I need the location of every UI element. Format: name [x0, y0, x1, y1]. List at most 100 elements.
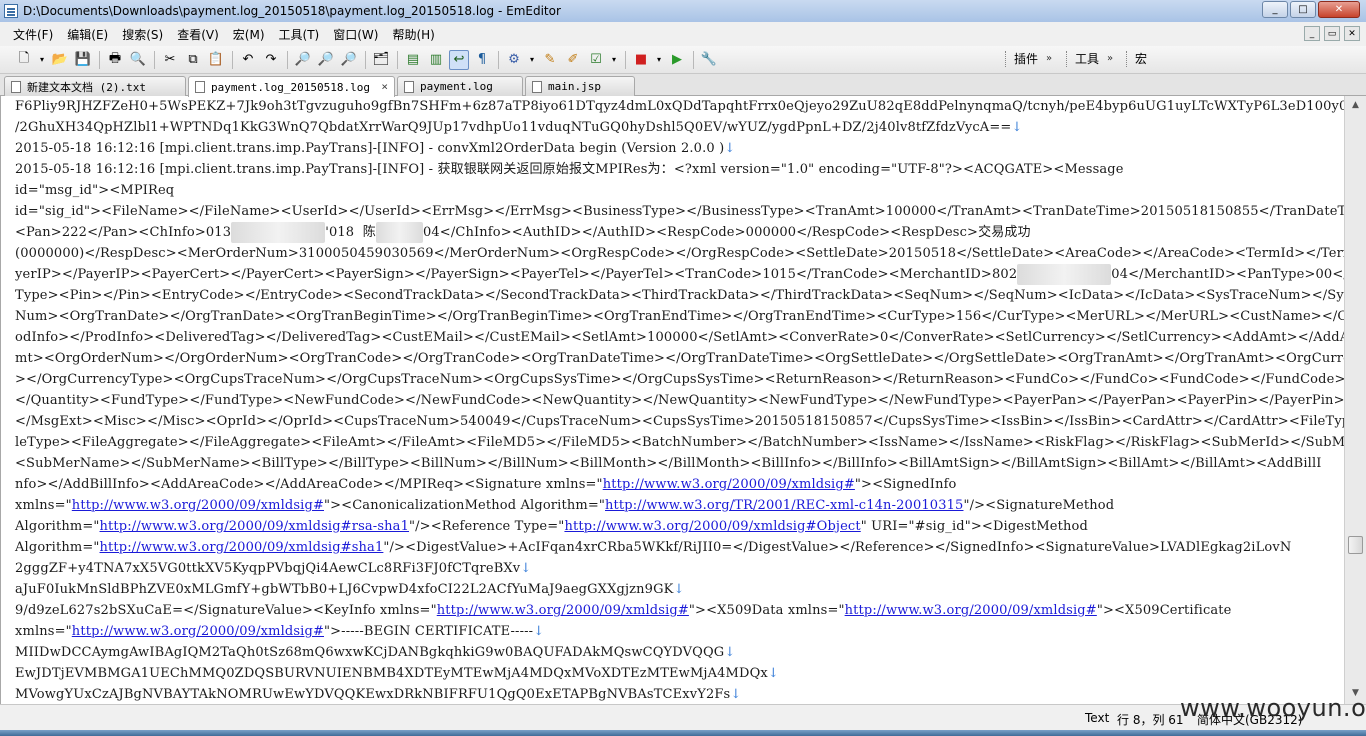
editor-line: id="msg_id"><MPIReq	[15, 183, 175, 198]
tab-close-icon[interactable]: ×	[381, 80, 388, 93]
toolbar-separator	[365, 50, 366, 69]
status-cursor-position[interactable]: 行 8，列 61	[1117, 711, 1184, 728]
doc-minimize-icon[interactable]: _	[1304, 26, 1320, 41]
wooyun-watermark: www.wooyun.org	[1180, 694, 1366, 722]
url-link[interactable]: http://www.w3.org/2000/09/xmldsig#	[437, 603, 689, 618]
tab-new-text-document[interactable]: 新建文本文档 (2).txt	[4, 76, 186, 96]
menu-view[interactable]: 查看(V)	[170, 24, 226, 45]
maximize-button[interactable]: □	[1290, 1, 1316, 18]
redo-icon[interactable]: ↷	[261, 50, 281, 70]
chevron-right-icon[interactable]: »	[1107, 53, 1113, 64]
scrollbar-thumb[interactable]	[1348, 536, 1363, 554]
editor-line: (0000000)</RespDesc><MerOrderNum>3100050…	[15, 246, 1344, 261]
customize-icon[interactable]: ✎	[540, 50, 560, 70]
outline-icon[interactable]: ▥	[426, 50, 446, 70]
cut-icon[interactable]: ✂	[160, 50, 180, 70]
editor-line: ></OrgCurrencyType><OrgCupsTraceNum></Or…	[15, 372, 1344, 387]
dropdown-arrow-icon[interactable]: ▾	[654, 50, 664, 70]
editor-line: nfo></AddBillInfo><AddAreaCode></AddArea…	[15, 477, 957, 492]
menu-window[interactable]: 窗口(W)	[326, 24, 385, 45]
toolbar-grip[interactable]	[1005, 50, 1008, 67]
editor-line: Num><OrgTranDate></OrgTranDate><OrgTranB…	[15, 309, 1344, 324]
plugins-label[interactable]: 插件	[1014, 50, 1038, 67]
status-mode[interactable]: Text	[1085, 711, 1109, 725]
editor-line: xmlns="http://www.w3.org/2000/09/xmldsig…	[15, 624, 545, 639]
dropdown-arrow-icon[interactable]: ▾	[37, 50, 47, 70]
text-editor-area[interactable]: F6Pliy9RJHZFZeH0+5WsPEKZ+7Jk9oh3tTgvzugu…	[0, 96, 1344, 704]
properties-icon[interactable]: ✐	[563, 50, 583, 70]
url-link[interactable]: http://www.w3.org/TR/2001/REC-xml-c14n-2…	[605, 498, 963, 513]
find-next-icon[interactable]: 🔎	[316, 50, 336, 70]
url-link[interactable]: http://www.w3.org/2000/09/xmldsig#	[72, 498, 324, 513]
menu-help[interactable]: 帮助(H)	[385, 24, 441, 45]
url-link[interactable]: http://www.w3.org/2000/09/xmldsig#sha1	[100, 540, 384, 555]
find-icon[interactable]: 🔎	[293, 50, 313, 70]
stop-recording-icon[interactable]: ■	[631, 50, 651, 70]
split-window-icon[interactable]: ▤	[403, 50, 423, 70]
eol-marker: ↓	[520, 561, 532, 576]
print-preview-icon[interactable]: 🔍	[128, 50, 148, 70]
eol-marker: ↓	[533, 624, 545, 639]
run-macro-icon[interactable]: ▶	[667, 50, 687, 70]
editor-line: F6Pliy9RJHZFZeH0+5WsPEKZ+7Jk9oh3tTgvzugu…	[15, 99, 1344, 114]
url-link[interactable]: http://www.w3.org/2000/09/xmldsig#	[603, 477, 855, 492]
url-link[interactable]: http://www.w3.org/2000/09/xmldsig#	[72, 624, 324, 639]
copy-icon[interactable]: ⧉	[183, 50, 203, 70]
editor-line: /2GhuXH34QpHZlbl1+WPTNDq1KkG3WnQ7QbdatXr…	[15, 120, 1023, 135]
find-in-files-icon[interactable]: 🗂	[371, 50, 391, 70]
tools-icon[interactable]: 🔧	[699, 50, 719, 70]
menu-bar: 文件(F) 编辑(E) 搜索(S) 查看(V) 宏(M) 工具(T) 窗口(W)…	[0, 22, 1366, 46]
tools-label[interactable]: 工具	[1075, 50, 1099, 67]
jsp-file-icon	[532, 80, 542, 93]
undo-icon[interactable]: ↶	[238, 50, 258, 70]
chevron-right-icon[interactable]: »	[1046, 53, 1052, 64]
save-icon[interactable]: 💾	[73, 50, 93, 70]
tab-main-jsp[interactable]: main.jsp	[525, 76, 635, 96]
new-file-icon[interactable]: 🗋	[14, 50, 34, 70]
editor-line: leType><FileAggregate></FileAggregate><F…	[15, 435, 1344, 450]
scroll-up-icon[interactable]: ▲	[1348, 98, 1363, 113]
editor-line: xmlns="http://www.w3.org/2000/09/xmldsig…	[15, 498, 1115, 513]
find-previous-icon[interactable]: 🔎	[339, 50, 359, 70]
dropdown-arrow-icon[interactable]: ▾	[527, 50, 537, 70]
toolbar-separator	[154, 50, 155, 69]
menu-search[interactable]: 搜索(S)	[115, 24, 170, 45]
tab-payment-log[interactable]: payment.log	[397, 76, 523, 96]
redacted-region: XXXXX	[375, 222, 423, 243]
menu-edit[interactable]: 编辑(E)	[60, 24, 115, 45]
eol-marker: ↓	[673, 582, 685, 597]
document-window-controls: _ ▭ ✕	[1304, 26, 1360, 41]
toolbar-grip[interactable]	[1066, 50, 1069, 67]
show-marks-icon[interactable]: ¶	[472, 50, 492, 70]
document-tabs: 新建文本文档 (2).txt payment.log_20150518.log …	[0, 74, 1366, 97]
vertical-scrollbar[interactable]: ▲ ▼	[1344, 96, 1366, 704]
editor-line: Type><Pin></Pin><EntryCode></EntryCode><…	[15, 288, 1344, 303]
minimize-button[interactable]: _	[1262, 1, 1288, 18]
eol-marker: ↓	[1011, 120, 1023, 135]
editor-line: id="sig_id"><FileName></FileName><UserId…	[15, 204, 1344, 219]
menu-macros[interactable]: 宏(M)	[226, 24, 272, 45]
word-wrap-icon[interactable]: ↩	[449, 49, 469, 70]
doc-close-icon[interactable]: ✕	[1344, 26, 1360, 41]
url-link[interactable]: http://www.w3.org/2000/09/xmldsig#rsa-sh…	[100, 519, 410, 534]
open-folder-icon[interactable]: 📂	[50, 50, 70, 70]
menu-tools[interactable]: 工具(T)	[272, 24, 327, 45]
editor-line: yerIP></PayerIP><PayerCert></PayerCert><…	[15, 264, 1344, 285]
url-link[interactable]: http://www.w3.org/2000/09/xmldsig#Object	[564, 519, 860, 534]
macros-label[interactable]: 宏	[1135, 50, 1147, 67]
dropdown-arrow-icon[interactable]: ▾	[609, 50, 619, 70]
menu-file[interactable]: 文件(F)	[6, 24, 60, 45]
doc-restore-icon[interactable]: ▭	[1324, 26, 1340, 41]
toolbar-grip[interactable]	[1126, 50, 1129, 67]
window-controls: _ □ ✕	[1262, 1, 1360, 18]
configuration-icon[interactable]: ⚙	[504, 50, 524, 70]
checklist-icon[interactable]: ☑	[586, 50, 606, 70]
editor-line: <SubMerName></SubMerName><BillType></Bil…	[15, 456, 1322, 471]
paste-icon[interactable]: 📋	[206, 50, 226, 70]
close-button[interactable]: ✕	[1318, 1, 1360, 18]
emeditor-app-icon[interactable]	[4, 4, 18, 18]
tab-label: payment.log	[420, 80, 493, 93]
url-link[interactable]: http://www.w3.org/2000/09/xmldsig#	[845, 603, 1097, 618]
print-icon[interactable]: 🖶	[105, 50, 125, 70]
tab-payment-log-20150518[interactable]: payment.log_20150518.log ×	[188, 76, 395, 97]
